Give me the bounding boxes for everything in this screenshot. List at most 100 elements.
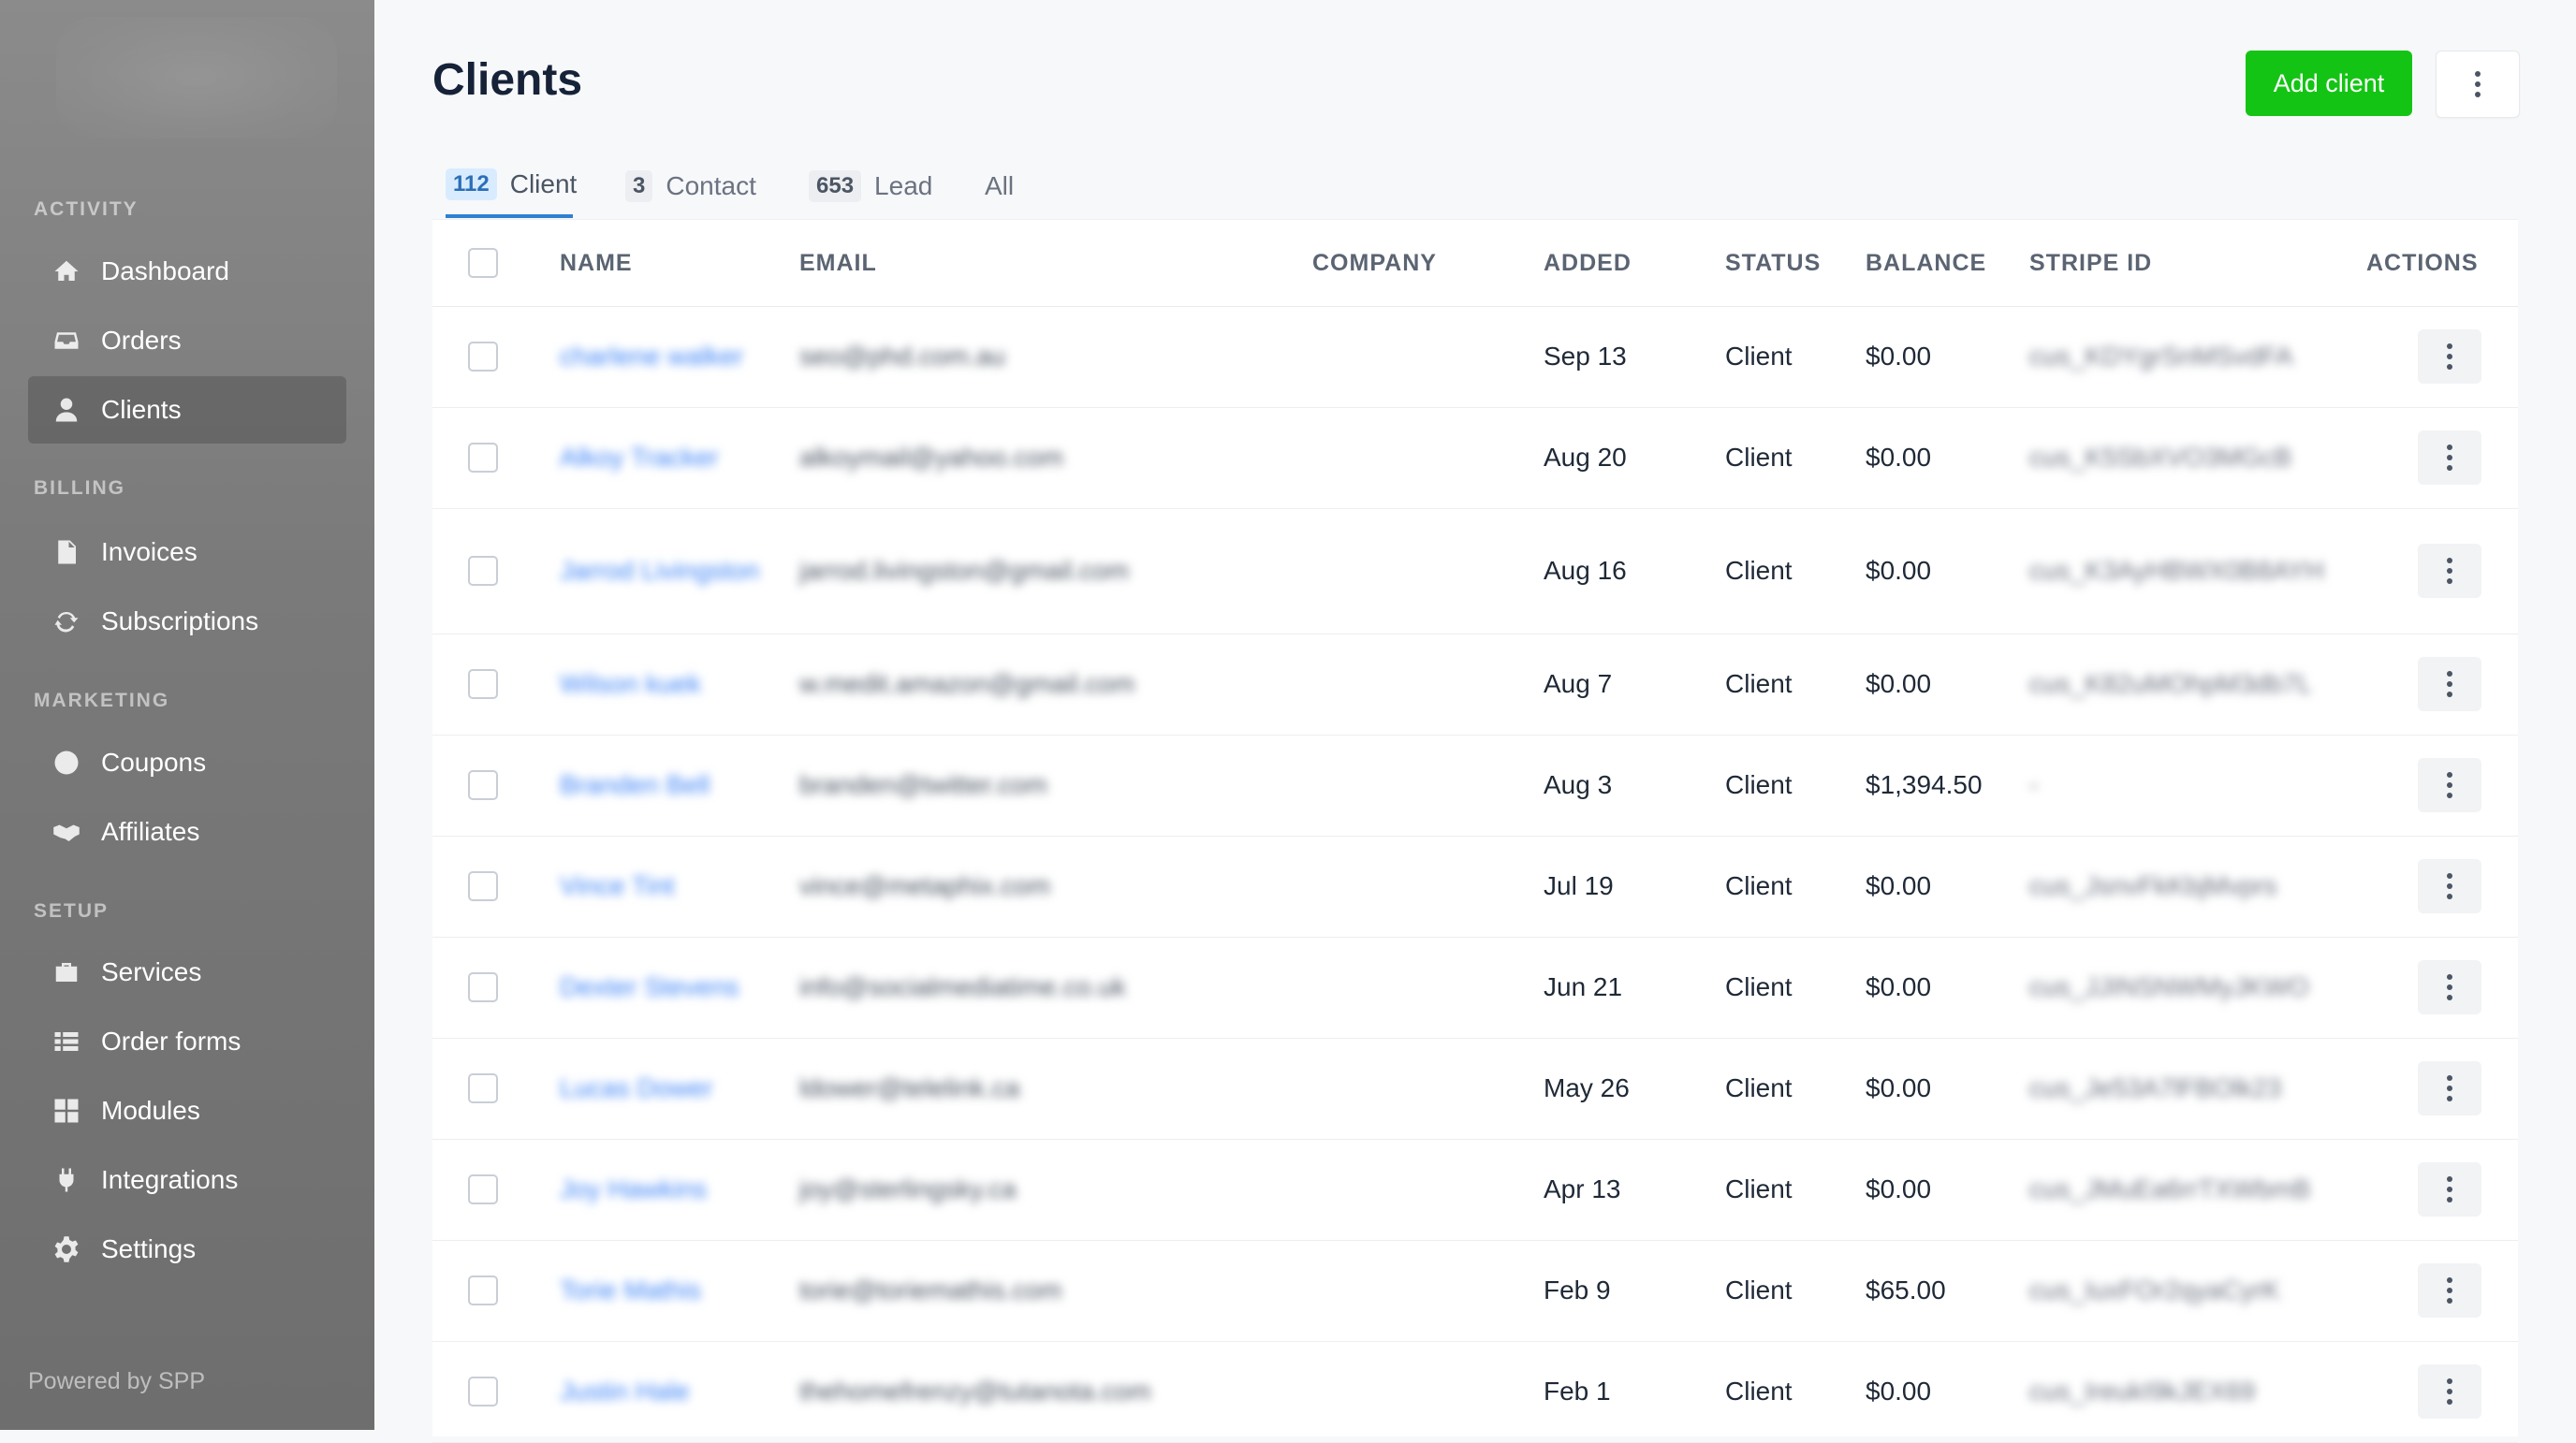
table-row[interactable]: Jarrod Livingston jarrod.livingston@gmail… <box>432 508 2518 634</box>
row-actions-button[interactable] <box>2418 960 2481 1014</box>
row-checkbox[interactable] <box>468 770 498 800</box>
row-checkbox[interactable] <box>468 972 498 1002</box>
main-content: Clients Add client 112 Client 3 Contact … <box>374 0 2576 1443</box>
sidebar-item-modules[interactable]: Modules <box>28 1077 346 1144</box>
client-email: joy@sterlingsky.ca <box>799 1174 1017 1203</box>
column-header-balance[interactable]: BALANCE <box>1866 220 1986 306</box>
sidebar-item-services[interactable]: Services <box>28 939 346 1006</box>
more-options-button[interactable] <box>2436 51 2520 118</box>
column-header-company[interactable]: COMPANY <box>1312 220 1437 306</box>
client-added: Jun 21 <box>1544 972 1623 1001</box>
client-stripe-id: cus_JsnvFkKbjMvprs <box>2029 871 2277 900</box>
client-name-link[interactable]: Branden Bell <box>560 735 766 836</box>
table-row[interactable]: Torie Mathis torie@toriemathis.com Feb 9 Cl… <box>432 1240 2518 1342</box>
handshake-icon <box>51 816 82 848</box>
client-name-link[interactable]: Wilson kuek <box>560 634 766 735</box>
client-name-link[interactable]: Alkoy Tracker <box>560 407 766 508</box>
table-row[interactable]: Justin Hale thehomefrenzy@tutanota.com Feb… <box>432 1341 2518 1443</box>
row-actions-button[interactable] <box>2418 657 2481 711</box>
sidebar-item-affiliates[interactable]: Affiliates <box>28 798 346 866</box>
column-header-stripe-id[interactable]: STRIPE ID <box>2029 220 2152 306</box>
sidebar-item-label: Orders <box>101 326 182 355</box>
tab-all[interactable]: All <box>985 154 1014 218</box>
row-actions-button[interactable] <box>2418 1364 2481 1419</box>
client-status: Client <box>1725 1174 1793 1203</box>
row-actions-button[interactable] <box>2418 758 2481 812</box>
client-added: Aug 7 <box>1544 669 1613 698</box>
client-name-link[interactable]: Joy Hawkins <box>560 1139 766 1240</box>
client-stripe-id: cus_K82uMOhpM3db7L <box>2029 669 2312 698</box>
sidebar-item-label: Invoices <box>101 537 198 566</box>
row-actions-button[interactable] <box>2418 1162 2481 1217</box>
column-header-email[interactable]: EMAIL <box>799 220 877 306</box>
sidebar-item-subscriptions[interactable]: Subscriptions <box>28 588 346 655</box>
table-row[interactable]: charlene walker seo@phd.com.au Sep 13 Clien… <box>432 306 2518 408</box>
client-balance: $0.00 <box>1866 443 1932 472</box>
sidebar-item-integrations[interactable]: Integrations <box>28 1146 346 1214</box>
row-checkbox[interactable] <box>468 669 498 699</box>
home-icon <box>51 255 82 287</box>
row-checkbox[interactable] <box>468 1174 498 1204</box>
row-actions-button[interactable] <box>2418 1263 2481 1318</box>
client-stripe-id: cus_JMuEa6rrTXWbmB <box>2029 1174 2311 1203</box>
row-checkbox[interactable] <box>468 1073 498 1103</box>
client-name-link[interactable]: Lucas Dower <box>560 1038 766 1139</box>
sidebar-item-order-forms[interactable]: Order forms <box>28 1008 346 1075</box>
column-header-added[interactable]: ADDED <box>1544 220 1632 306</box>
client-status: Client <box>1725 770 1793 799</box>
tab-contact[interactable]: 3 Contact <box>625 154 756 218</box>
sidebar-item-settings[interactable]: Settings <box>28 1216 346 1283</box>
client-stripe-id: - <box>2029 770 2039 799</box>
row-checkbox[interactable] <box>468 342 498 372</box>
table-row[interactable]: Joy Hawkins joy@sterlingsky.ca Apr 13 Clien… <box>432 1139 2518 1241</box>
client-name-link[interactable]: Justin Hale <box>560 1341 766 1442</box>
client-name-link[interactable]: Torie Mathis <box>560 1240 766 1341</box>
sidebar-item-label: Subscriptions <box>101 606 259 635</box>
row-checkbox[interactable] <box>468 443 498 473</box>
table-row[interactable]: Alkoy Tracker alkoymail@yahoo.com Aug 20 Cl… <box>432 407 2518 509</box>
row-checkbox[interactable] <box>468 556 498 586</box>
sidebar-item-clients[interactable]: Clients <box>28 376 346 444</box>
table-row[interactable]: Lucas Dower ldower@telelink.ca May 26 Clien… <box>432 1038 2518 1140</box>
client-name-link[interactable]: Vince Tint <box>560 836 766 937</box>
section-title-activity: ACTIVITY <box>34 198 139 220</box>
sidebar-item-orders[interactable]: Orders <box>28 307 346 374</box>
row-checkbox[interactable] <box>468 1275 498 1305</box>
sidebar-item-label: Modules <box>101 1096 200 1125</box>
section-title-billing: BILLING <box>34 477 125 499</box>
tab-lead[interactable]: 653 Lead <box>809 154 932 218</box>
row-actions-button[interactable] <box>2418 329 2481 384</box>
client-added: Feb 9 <box>1544 1275 1611 1305</box>
sidebar-item-invoices[interactable]: Invoices <box>28 518 346 586</box>
client-name-link[interactable]: Jarrod Livingston <box>560 508 766 634</box>
row-actions-button[interactable] <box>2418 544 2481 598</box>
client-name-link[interactable]: charlene walker <box>560 306 766 407</box>
row-checkbox[interactable] <box>468 871 498 901</box>
add-client-button[interactable]: Add client <box>2246 51 2412 116</box>
table-row[interactable]: Wilson kuek w.medit.amazon@gmail.com Aug 7… <box>432 634 2518 736</box>
tab-label: Contact <box>666 171 756 200</box>
client-stripe-id: cus_Je53A7lFBOlk23 <box>2029 1073 2282 1102</box>
client-added: Aug 3 <box>1544 770 1613 799</box>
column-header-status[interactable]: STATUS <box>1725 220 1821 306</box>
tab-client[interactable]: 112 Client <box>446 154 577 218</box>
table-row[interactable]: Branden Bell branden@twitter.com Aug 3 Clie… <box>432 735 2518 837</box>
powered-by[interactable]: Powered by SPP <box>28 1368 205 1395</box>
table-header: NAME EMAIL COMPANY ADDED STATUS BALANCE … <box>432 220 2518 307</box>
row-actions-button[interactable] <box>2418 430 2481 485</box>
client-email: alkoymail@yahoo.com <box>799 443 1064 472</box>
client-name-link[interactable]: Dexter Stevens <box>560 937 766 1038</box>
select-all-checkbox[interactable] <box>468 248 498 278</box>
logo[interactable] <box>56 17 337 138</box>
row-actions-button[interactable] <box>2418 859 2481 913</box>
column-header-name[interactable]: NAME <box>560 220 633 306</box>
row-checkbox[interactable] <box>468 1377 498 1407</box>
table-row[interactable]: Dexter Stevens info@socialmediatime.co.uk… <box>432 937 2518 1039</box>
client-email: branden@twitter.com <box>799 770 1047 799</box>
sidebar-item-coupons[interactable]: Coupons <box>28 729 346 796</box>
row-actions-button[interactable] <box>2418 1061 2481 1115</box>
client-added: May 26 <box>1544 1073 1630 1102</box>
sidebar-item-dashboard[interactable]: Dashboard <box>28 238 346 305</box>
client-balance: $0.00 <box>1866 556 1932 585</box>
table-row[interactable]: Vince Tint vince@metaphix.com Jul 19 Client… <box>432 836 2518 938</box>
